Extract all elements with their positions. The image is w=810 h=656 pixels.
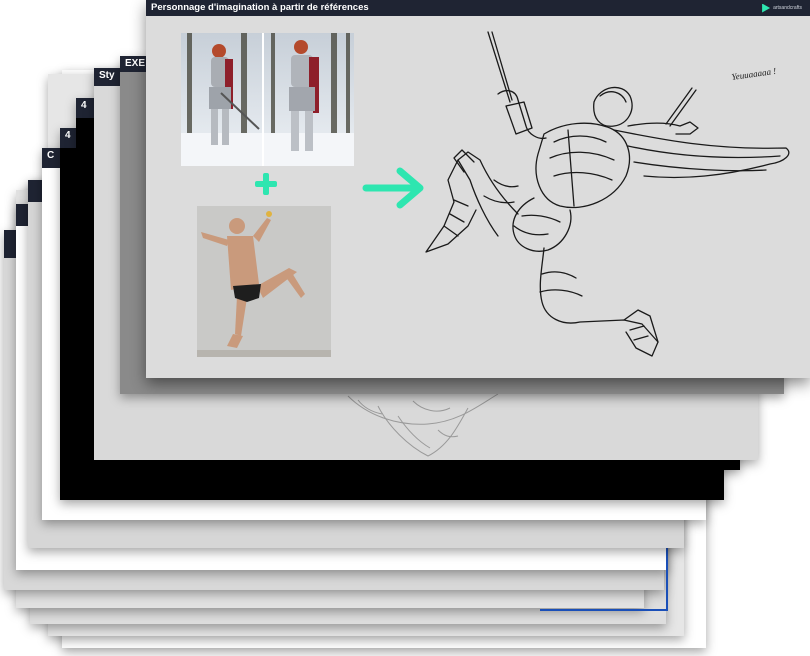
- stack-card-header: [28, 180, 42, 202]
- knight-sketch: Yeuuaaaaa !: [425, 31, 790, 357]
- armor-reference-photo: [181, 33, 354, 166]
- blue-frame-edge: [540, 545, 668, 611]
- logo-text: artsandcrafts: [773, 4, 802, 11]
- brand-logo: artsandcrafts: [762, 3, 802, 13]
- slide-title-bar: Personnage d'imagination à partir de réf…: [146, 0, 810, 16]
- slide-stack: C 4 4 Sty EXE Personnage d'imagination à…: [0, 0, 810, 656]
- main-slide: Personnage d'imagination à partir de réf…: [146, 0, 810, 378]
- logo-icon: [762, 3, 771, 13]
- sketch-shout-text: Yeuuaaaaa !: [731, 66, 777, 82]
- pose-reference-photo: [197, 206, 331, 357]
- slide-title: Personnage d'imagination à partir de réf…: [151, 2, 369, 13]
- partial-sketch: [347, 393, 499, 457]
- plus-icon: [255, 173, 277, 195]
